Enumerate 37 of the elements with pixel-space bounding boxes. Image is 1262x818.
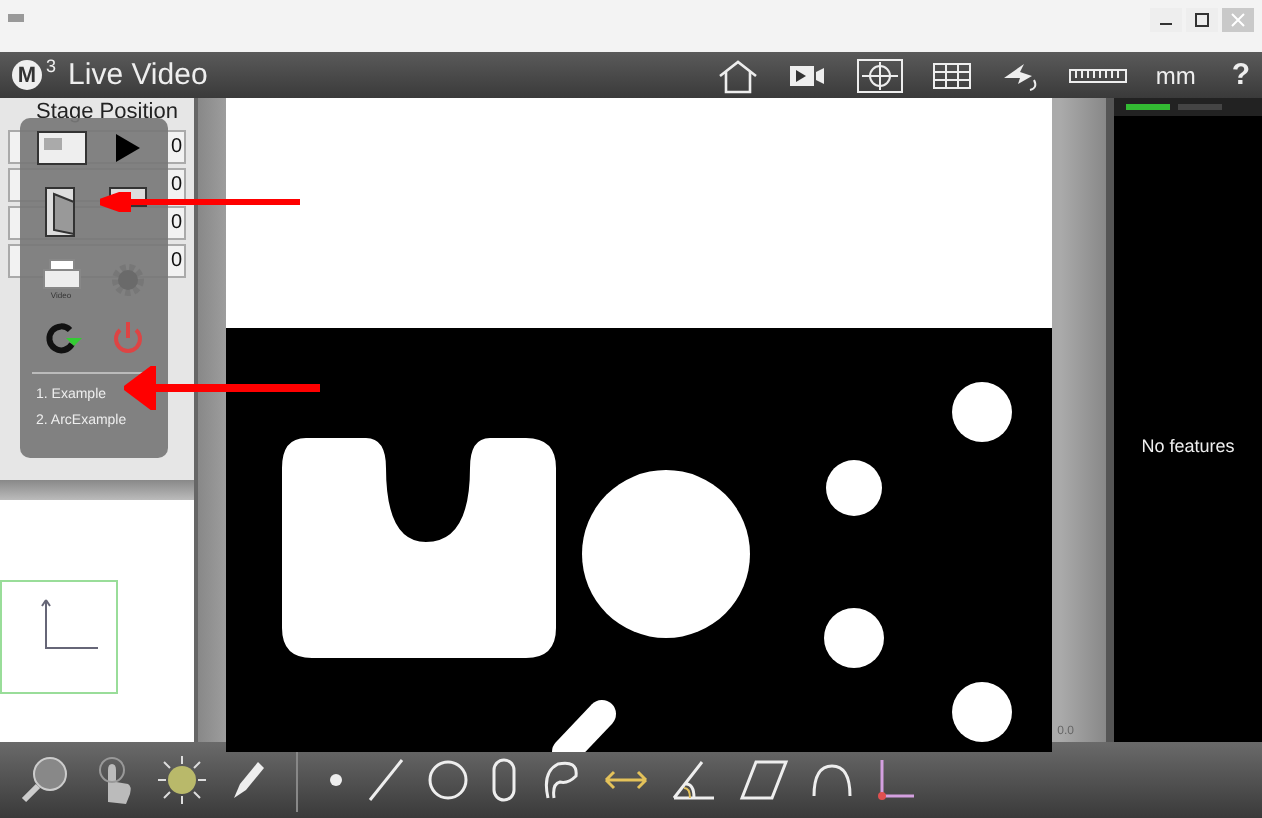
zoom-icon[interactable] [20, 754, 72, 806]
video-camera-icon[interactable] [787, 61, 828, 89]
position-value: 0 [170, 174, 182, 196]
slot-icon[interactable] [490, 756, 518, 804]
panel-title: Stage Position [36, 100, 180, 124]
minimize-button[interactable] [1150, 8, 1182, 32]
position-value: 0 [170, 212, 182, 234]
home-icon[interactable] [715, 57, 760, 93]
parallelogram-icon[interactable] [738, 756, 790, 804]
play-icon[interactable] [113, 132, 141, 164]
help-button[interactable]: ? [1231, 58, 1250, 92]
view-title: Live Video [68, 58, 208, 92]
axes-icon[interactable] [874, 756, 918, 804]
maximize-icon [1194, 12, 1210, 28]
grid-icon[interactable] [931, 61, 972, 89]
position-value: 0 [170, 136, 182, 158]
printer-icon[interactable] [41, 258, 81, 290]
circle-icon[interactable] [426, 756, 470, 804]
field-of-view-drawing [0, 580, 120, 696]
empty-message: No features [1139, 436, 1237, 456]
light-icon[interactable] [156, 754, 208, 806]
angle-icon[interactable] [670, 756, 718, 804]
arrow-icon[interactable] [999, 59, 1040, 91]
app-logo: M [12, 60, 42, 90]
line-icon[interactable] [366, 756, 406, 804]
crosshair-icon[interactable] [855, 57, 904, 93]
position-value: 0 [170, 250, 182, 272]
screenshot-icon[interactable] [35, 130, 87, 166]
maximize-button[interactable] [1186, 8, 1218, 32]
close-icon [1230, 12, 1246, 28]
refresh-icon[interactable] [41, 320, 81, 356]
door-exit-icon[interactable] [41, 186, 81, 238]
logo-superscript: 3 [46, 56, 57, 76]
app-icon [8, 12, 24, 24]
pencil-icon[interactable] [228, 756, 268, 804]
ruler-icon[interactable] [1067, 65, 1128, 85]
units-label[interactable]: mm [1155, 61, 1196, 89]
